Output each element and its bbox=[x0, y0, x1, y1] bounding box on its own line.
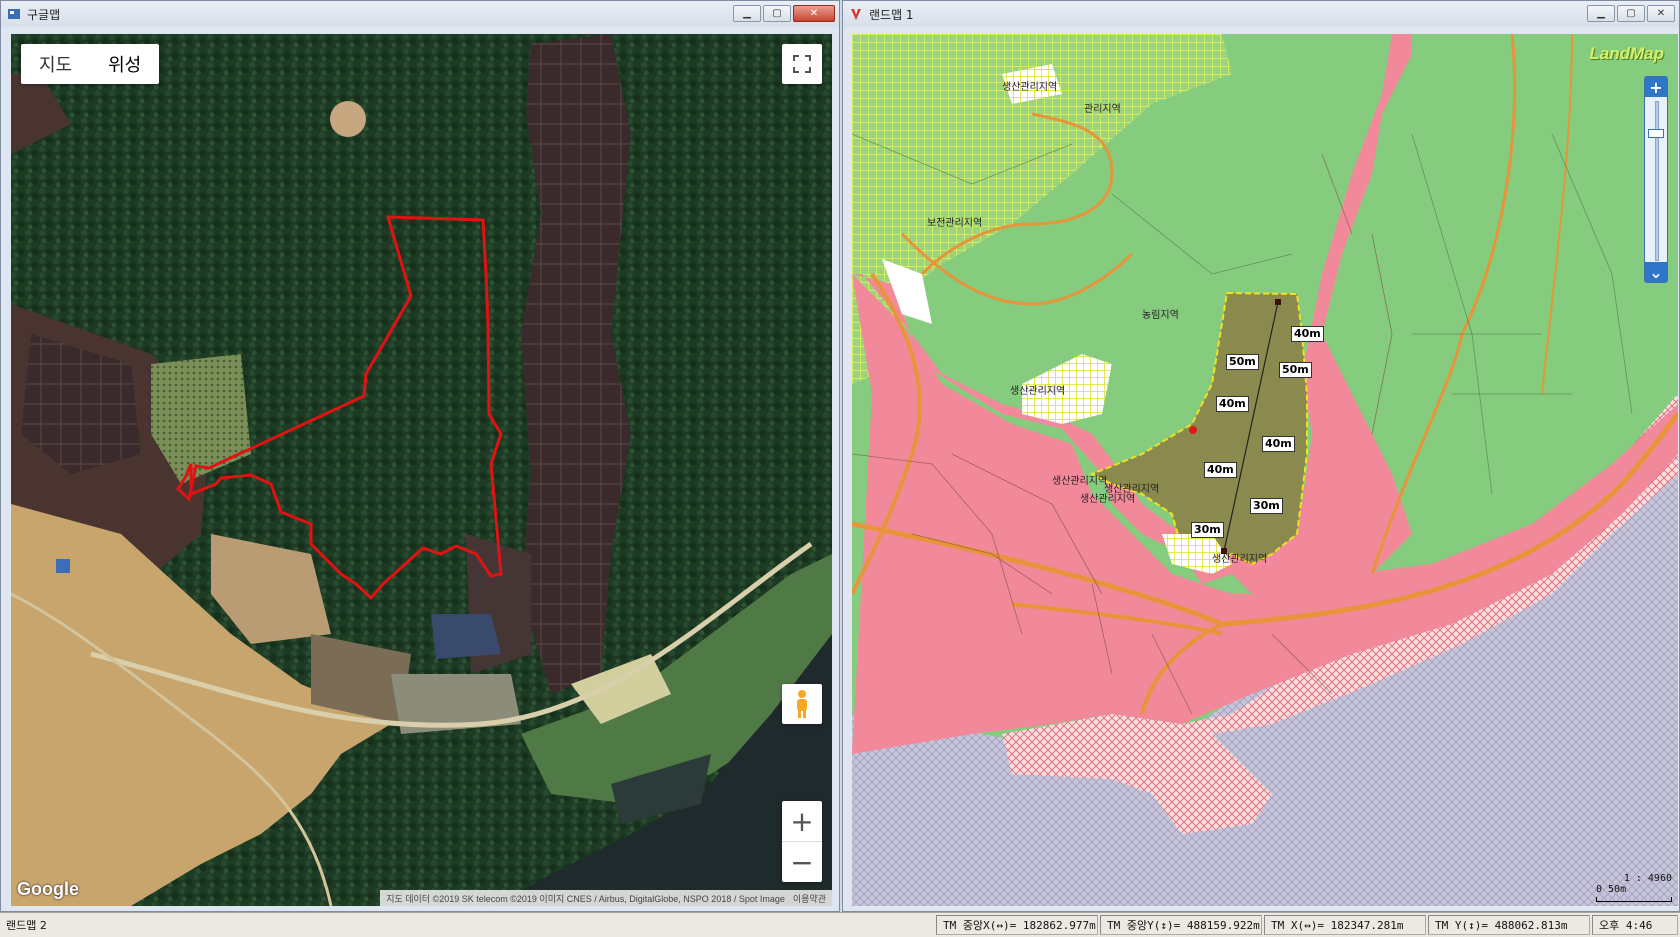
scale-ratio: 1 : 4960 bbox=[1623, 873, 1672, 884]
zoom-in-icon: + bbox=[790, 804, 814, 838]
map-attribution: 지도 데이터 ©2019 SK telecom ©2019 이미지 CNES /… bbox=[380, 890, 832, 906]
zoom-slider[interactable]: + ⌄ bbox=[1644, 76, 1668, 283]
zone-label: 관리지역 bbox=[1084, 104, 1121, 115]
window-title: 구글맵 bbox=[27, 7, 61, 22]
clock: 오후 4:46 bbox=[1592, 915, 1678, 935]
distance-label: 40m bbox=[1216, 396, 1249, 412]
distance-label: 50m bbox=[1226, 354, 1259, 370]
landmap-window: 랜드맵 1 ▁ ▢ ✕ 생산관리지역 관리지역 보전관리지역 농림지역 생산관리… bbox=[842, 0, 1680, 912]
pegman-icon bbox=[797, 690, 807, 718]
window-title: 랜드맵 1 bbox=[869, 7, 914, 22]
title-bar[interactable]: 랜드맵 1 bbox=[843, 1, 1679, 27]
terms-link[interactable]: 이용약관 bbox=[793, 892, 826, 905]
zone-label: 생산관리지역 bbox=[1080, 494, 1136, 505]
zoom-out-button[interactable]: − bbox=[782, 842, 822, 882]
fullscreen-button[interactable] bbox=[782, 44, 822, 84]
zoom-out-button[interactable]: ⌄ bbox=[1645, 262, 1667, 282]
close-button[interactable]: ✕ bbox=[1647, 5, 1675, 22]
zone-label: 보전관리지역 bbox=[927, 218, 983, 229]
landmap-app-icon bbox=[851, 9, 861, 20]
tm-y: TM Y(↕)= 488062.813m bbox=[1428, 915, 1590, 935]
zone-label: 생산관리지역 bbox=[1052, 476, 1108, 487]
tm-x: TM X(↔)= 182347.281m bbox=[1264, 915, 1426, 935]
satellite-imagery bbox=[11, 34, 832, 906]
scale-bar bbox=[1596, 897, 1672, 902]
google-map-window: 구글맵 ▁ ▢ ✕ 지도 위성 + − Google 지도 데이터 ©2019 … bbox=[0, 0, 840, 912]
tm-center-y: TM 중앙Y(↕)= 488159.922m bbox=[1100, 915, 1262, 935]
zone-label: 농림지역 bbox=[1142, 310, 1179, 321]
distance-label: 30m bbox=[1191, 522, 1224, 538]
maximize-button[interactable]: ▢ bbox=[763, 5, 791, 22]
minimize-button[interactable]: ▁ bbox=[1587, 5, 1615, 22]
zoom-track[interactable] bbox=[1655, 101, 1659, 261]
map-type-map[interactable]: 지도 bbox=[21, 51, 90, 77]
app-icon bbox=[8, 9, 20, 19]
maximize-button[interactable]: ▢ bbox=[1617, 5, 1645, 22]
distance-label: 40m bbox=[1262, 436, 1295, 452]
minimize-button[interactable]: ▁ bbox=[733, 5, 761, 22]
map-type-satellite[interactable]: 위성 bbox=[90, 51, 159, 77]
google-logo: Google bbox=[17, 879, 79, 899]
zoom-in-button[interactable]: + bbox=[782, 801, 822, 841]
distance-label: 50m bbox=[1279, 362, 1312, 378]
fullscreen-icon bbox=[793, 55, 811, 73]
zoom-in-button[interactable]: + bbox=[1645, 77, 1667, 97]
zoom-in-icon: + bbox=[1649, 77, 1663, 97]
distance-label: 30m bbox=[1250, 498, 1283, 514]
zoom-thumb[interactable] bbox=[1648, 129, 1664, 138]
scale-indicator: 1 : 4960 0 50m bbox=[1596, 873, 1672, 902]
zoom-out-icon: − bbox=[790, 845, 814, 879]
zone-label: 생산관리지역 bbox=[1002, 82, 1058, 93]
street-view-button[interactable] bbox=[782, 684, 822, 724]
title-bar[interactable]: 구글맵 bbox=[1, 1, 839, 27]
map-type-control: 지도 위성 bbox=[21, 44, 160, 84]
satellite-map[interactable]: 지도 위성 + − Google 지도 데이터 ©2019 SK telecom… bbox=[11, 34, 832, 906]
distance-label: 40m bbox=[1204, 462, 1237, 478]
close-button[interactable]: ✕ bbox=[793, 5, 835, 22]
zone-label: 생산관리지역 bbox=[1212, 554, 1268, 565]
landmap-logo: LandMap bbox=[1589, 44, 1664, 63]
status-window-label: 랜드맵 2 bbox=[6, 919, 47, 932]
zoom-control: + − bbox=[782, 801, 822, 882]
distance-label: 40m bbox=[1291, 326, 1324, 342]
status-bar: 랜드맵 2 TM 중앙X(↔)= 182862.977m TM 중앙Y(↕)= … bbox=[0, 912, 1680, 937]
zoom-out-icon: ⌄ bbox=[1649, 262, 1663, 282]
zoning-map bbox=[852, 34, 1678, 906]
landmap-map[interactable]: 생산관리지역 관리지역 보전관리지역 농림지역 생산관리지역 생산관리지역 생산관리지역 생산… bbox=[852, 34, 1678, 906]
zone-label: 생산관리지역 bbox=[1010, 386, 1066, 397]
scale-bar-label: 0 50m bbox=[1596, 884, 1627, 895]
tm-center-x: TM 중앙X(↔)= 182862.977m bbox=[936, 915, 1098, 935]
attribution-text: 지도 데이터 ©2019 SK telecom ©2019 이미지 CNES /… bbox=[386, 893, 785, 904]
